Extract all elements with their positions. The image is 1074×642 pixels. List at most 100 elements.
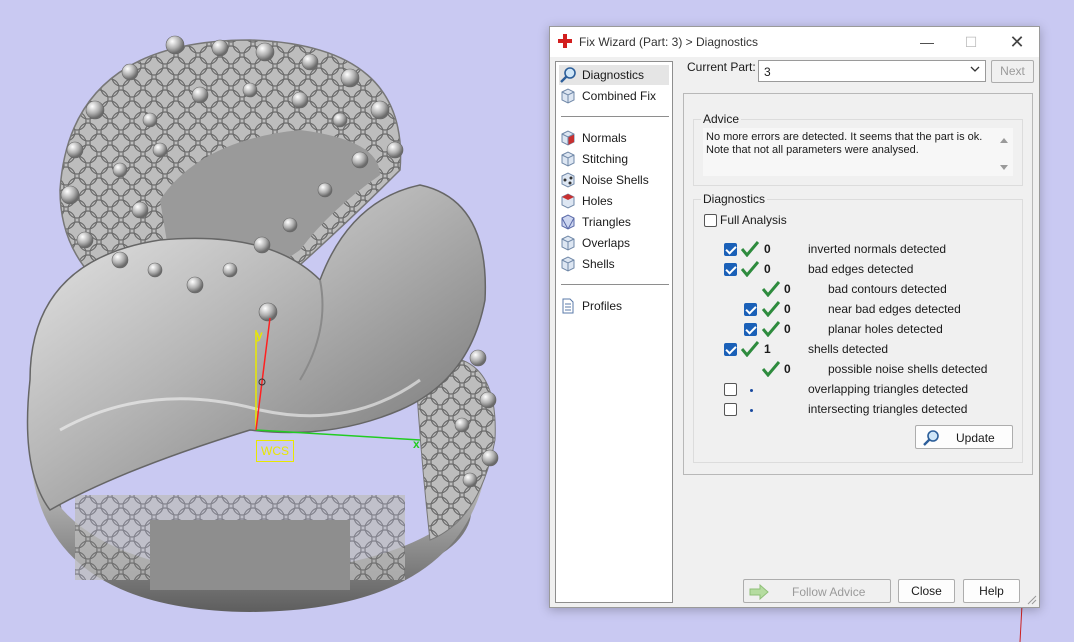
row-text: near bad edges detected [828, 302, 961, 316]
row-checkbox[interactable] [724, 263, 737, 276]
check-icon [762, 301, 780, 317]
title-bar[interactable]: Fix Wizard (Part: 3) > Diagnostics — ☐ ✕ [550, 27, 1039, 57]
resize-grip-icon[interactable] [1027, 595, 1037, 605]
nav-item-label: Overlaps [582, 236, 631, 250]
nav-separator [561, 116, 669, 117]
update-label: Update [956, 431, 995, 445]
nav-item-profiles[interactable]: Profiles [559, 296, 669, 316]
check-icon [762, 361, 780, 377]
help-button[interactable]: Help [963, 579, 1020, 603]
full-analysis-label: Full Analysis [720, 213, 787, 227]
row-checkbox[interactable] [724, 403, 737, 416]
row-count: 0 [784, 282, 791, 296]
fix-wizard-dialog: Fix Wizard (Part: 3) > Diagnostics — ☐ ✕… [549, 26, 1040, 608]
follow-advice-button[interactable]: Follow Advice [743, 579, 891, 603]
nav-item-label: Normals [582, 131, 627, 145]
check-icon [741, 341, 759, 357]
nav-item-label: Diagnostics [582, 68, 645, 82]
row-count: 0 [784, 322, 791, 336]
nav-item-label: Noise Shells [582, 173, 649, 187]
nav-item-label: Shells [582, 257, 615, 271]
window-title: Fix Wizard (Part: 3) > Diagnostics [579, 35, 759, 49]
row-count: 0 [764, 262, 771, 276]
nav-item-label: Profiles [582, 299, 623, 313]
diagnostics-group-title: Diagnostics [701, 192, 768, 206]
chevron-down-icon [970, 66, 980, 72]
document-icon [562, 298, 574, 314]
advice-group-title: Advice [701, 112, 742, 126]
nav-item-label: Stitching [582, 152, 629, 166]
row-text: intersecting triangles detected [808, 402, 968, 416]
cube-icon [561, 88, 575, 104]
full-analysis-checkbox[interactable] [704, 214, 717, 227]
triangles-cube-icon [561, 214, 575, 230]
advice-line-1: No more errors are detected. It seems th… [706, 131, 983, 143]
row-count: 0 [764, 242, 771, 256]
advice-scrollbar[interactable] [997, 134, 1011, 174]
diagnostics-group: Diagnostics Full Analysis 0 inverted nor… [693, 192, 1023, 463]
advice-line-2: Note that not all parameters were analys… [706, 144, 919, 156]
minimize-button[interactable]: — [912, 31, 942, 53]
row-count: 0 [784, 302, 791, 316]
next-button[interactable]: Next [991, 60, 1034, 83]
window-close-button[interactable]: ✕ [1002, 31, 1032, 53]
nav-item-triangles[interactable]: Triangles [559, 212, 669, 232]
maximize-button[interactable]: ☐ [956, 31, 986, 53]
follow-advice-label: Follow Advice [792, 585, 866, 599]
row-checkbox[interactable] [724, 243, 737, 256]
update-button[interactable]: Update [915, 425, 1013, 449]
row-checkbox[interactable] [744, 303, 757, 316]
nav-item-diagnostics[interactable]: Diagnostics [559, 65, 669, 85]
row-checkbox[interactable] [724, 343, 737, 356]
stitching-cube-icon [561, 151, 575, 167]
row-text: bad contours detected [828, 282, 947, 296]
nav-item-noise-shells[interactable]: Noise Shells [559, 170, 669, 190]
wcs-label: WCS [256, 440, 294, 462]
advice-group: Advice No more errors are detected. It s… [693, 112, 1023, 186]
check-icon [762, 321, 780, 337]
check-icon [762, 281, 780, 297]
nav-item-shells[interactable]: Shells [559, 254, 669, 274]
nav-item-combined-fix[interactable]: Combined Fix [559, 86, 669, 106]
nav-item-holes[interactable]: Holes [559, 191, 669, 211]
noise-shells-cube-icon [561, 172, 575, 188]
row-text: possible noise shells detected [828, 362, 988, 376]
row-checkbox[interactable] [744, 323, 757, 336]
advice-text-box: No more errors are detected. It seems th… [703, 128, 1013, 176]
nav-item-label: Combined Fix [582, 89, 657, 103]
nav-item-overlaps[interactable]: Overlaps [559, 233, 669, 253]
shells-cube-icon [561, 256, 575, 272]
close-button[interactable]: Close [898, 579, 955, 603]
row-text: shells detected [808, 342, 889, 356]
pending-dot-icon [750, 409, 753, 412]
holes-cube-icon [561, 193, 575, 209]
magnifier-icon [923, 430, 939, 446]
axis-x-label: x [413, 437, 420, 451]
row-text: inverted normals detected [808, 242, 947, 256]
normals-cube-icon [561, 130, 575, 146]
axis-y-label: y [256, 328, 263, 342]
current-part-value: 3 [764, 65, 771, 79]
current-part-select[interactable]: 3 [758, 60, 986, 82]
nav-item-label: Holes [582, 194, 613, 208]
magnifier-icon [560, 67, 576, 83]
row-count: 1 [764, 342, 771, 356]
row-text: planar holes detected [828, 322, 943, 336]
diagnostics-panel: Advice No more errors are detected. It s… [683, 93, 1033, 475]
current-part-label: Current Part: [687, 60, 756, 74]
check-icon [741, 241, 759, 257]
overlaps-cube-icon [561, 235, 575, 251]
nav-item-label: Triangles [582, 215, 631, 229]
check-icon [741, 261, 759, 277]
row-text: bad edges detected [808, 262, 914, 276]
nav-item-normals[interactable]: Normals [559, 128, 669, 148]
nav-separator [561, 284, 669, 285]
pending-dot-icon [750, 389, 753, 392]
row-checkbox[interactable] [724, 383, 737, 396]
red-cross-icon [558, 34, 572, 48]
wizard-nav: Diagnostics Combined Fix Normals Stitchi… [555, 61, 673, 603]
row-count: 0 [784, 362, 791, 376]
arrow-right-icon [749, 584, 769, 600]
row-text: overlapping triangles detected [808, 382, 969, 396]
nav-item-stitching[interactable]: Stitching [559, 149, 669, 169]
